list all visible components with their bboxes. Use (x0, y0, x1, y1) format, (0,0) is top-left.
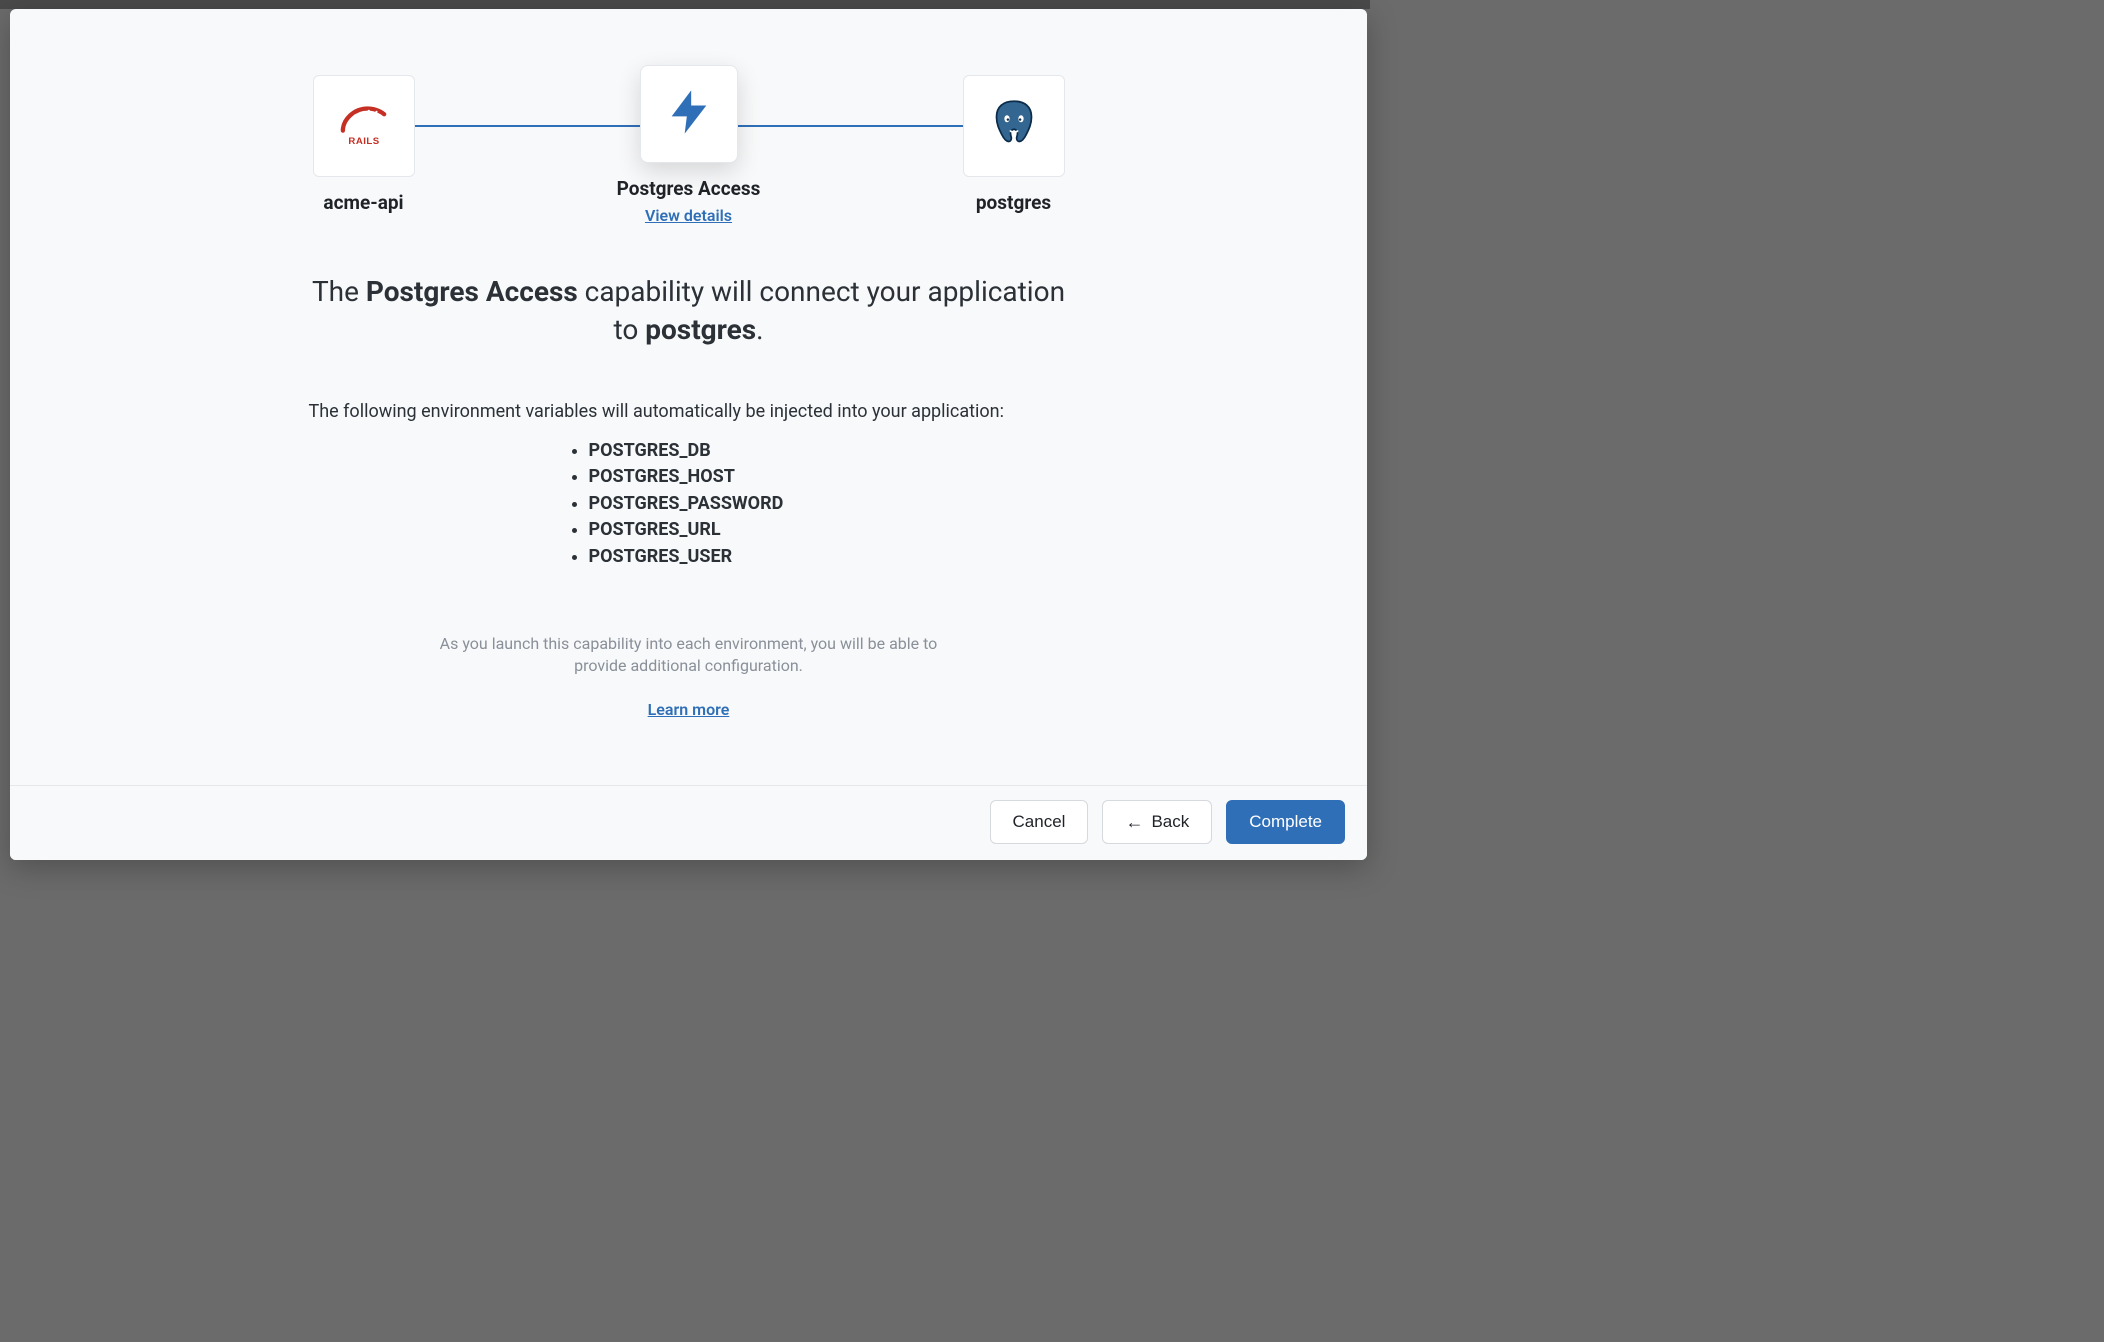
flow-node-target: postgres (919, 65, 1109, 214)
learn-more-link[interactable]: Learn more (648, 700, 730, 719)
cancel-button-label: Cancel (1013, 812, 1066, 832)
env-var-item: POSTGRES_HOST (589, 464, 1069, 491)
back-button[interactable]: ← Back (1102, 800, 1212, 844)
flow-node-source: RAILS acme-api (269, 65, 459, 214)
modal-body: RAILS acme-api Postgres Access View deta… (10, 9, 1367, 785)
capability-connect-modal: RAILS acme-api Postgres Access View deta… (10, 9, 1367, 860)
cancel-button[interactable]: Cancel (990, 800, 1089, 844)
headline-prefix: The (312, 275, 366, 308)
complete-button[interactable]: Complete (1226, 800, 1345, 844)
headline-target: postgres (645, 313, 756, 346)
postgres-icon (986, 96, 1042, 156)
arrow-left-icon: ← (1125, 813, 1143, 831)
hint-text: As you launch this capability into each … (429, 633, 949, 678)
env-var-item: POSTGRES_USER (589, 544, 1069, 571)
env-intro: The following environment variables will… (309, 401, 1069, 422)
env-var-list: POSTGRES_DBPOSTGRES_HOSTPOSTGRES_PASSWOR… (309, 438, 1069, 571)
capability-label: Postgres Access (617, 177, 761, 200)
view-details-link[interactable]: View details (645, 206, 732, 225)
target-service-label: postgres (976, 191, 1051, 214)
headline-suffix: . (756, 313, 763, 346)
back-button-label: Back (1151, 812, 1189, 832)
capability-tile (640, 65, 738, 163)
connection-flow-diagram: RAILS acme-api Postgres Access View deta… (314, 65, 1064, 235)
rails-icon: RAILS (335, 105, 393, 147)
source-app-tile: RAILS (313, 75, 415, 177)
modal-footer: Cancel ← Back Complete (10, 785, 1367, 860)
env-var-item: POSTGRES_DB (589, 438, 1069, 465)
window-chrome-strip (0, 0, 1370, 9)
env-section: The following environment variables will… (309, 401, 1069, 571)
target-service-tile (963, 75, 1065, 177)
source-app-label: acme-api (323, 191, 403, 214)
env-var-item: POSTGRES_URL (589, 517, 1069, 544)
headline-capability: Postgres Access (366, 275, 578, 308)
env-var-item: POSTGRES_PASSWORD (589, 491, 1069, 518)
modal-headline: The Postgres Access capability will conn… (309, 273, 1069, 349)
svg-text:RAILS: RAILS (348, 136, 379, 147)
complete-button-label: Complete (1249, 812, 1322, 832)
lightning-icon (663, 86, 715, 142)
flow-node-capability: Postgres Access View details (594, 65, 784, 225)
